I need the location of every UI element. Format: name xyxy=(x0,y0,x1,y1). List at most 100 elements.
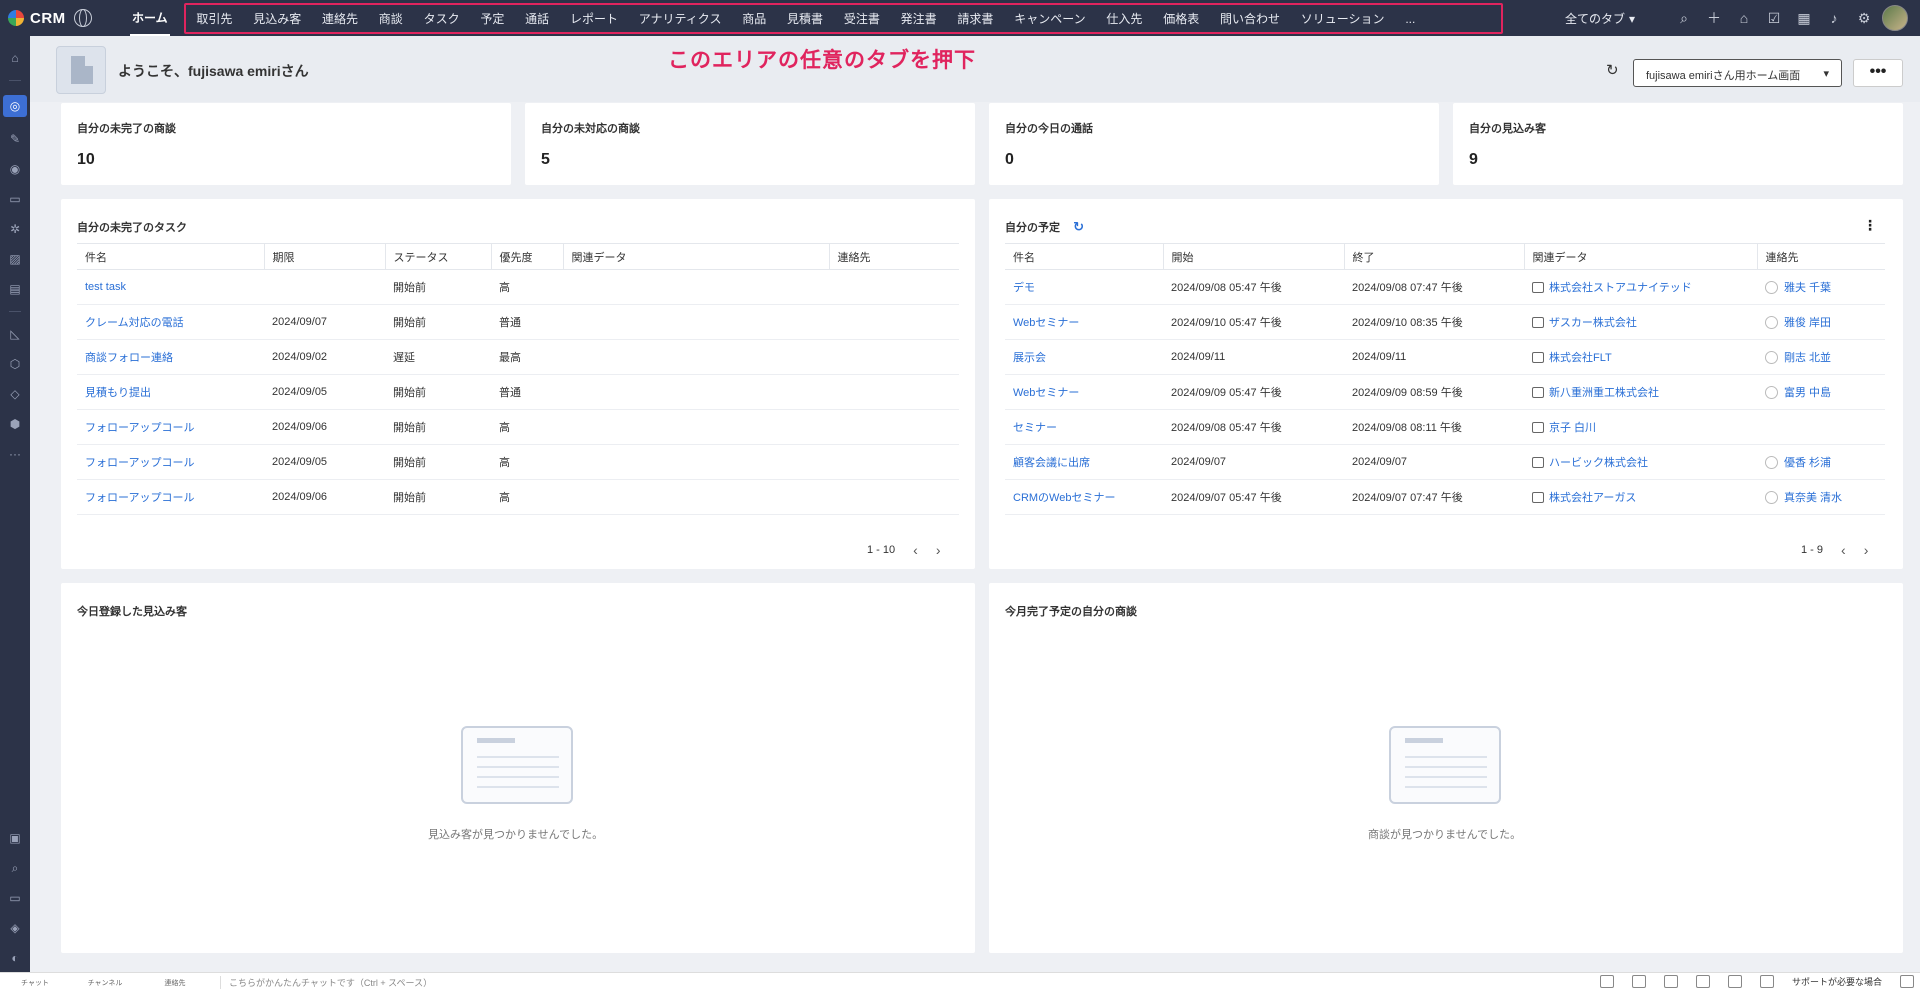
contact-link[interactable]: 真奈美 清水 xyxy=(1784,492,1842,504)
tab-4[interactable]: タスク xyxy=(413,10,470,27)
tab-7[interactable]: レポート xyxy=(560,10,629,27)
tab-12[interactable]: 発注書 xyxy=(890,10,947,27)
tab-16[interactable]: 価格表 xyxy=(1153,10,1210,27)
task-subject-link[interactable]: フォローアップコール xyxy=(77,409,264,445)
column-header[interactable]: 連絡先 xyxy=(1756,243,1885,270)
column-header[interactable]: 件名 xyxy=(1005,243,1163,270)
column-header[interactable]: 連絡先 xyxy=(828,243,959,270)
crm-logo[interactable]: CRM xyxy=(0,9,120,27)
plus-icon[interactable]: ＋ xyxy=(1706,10,1722,26)
tab-home[interactable]: ホーム xyxy=(130,0,170,36)
related-record-link[interactable]: ザスカー株式会社 xyxy=(1549,317,1637,329)
refresh-icon[interactable]: ↻ xyxy=(1606,63,1622,79)
task-subject-link[interactable]: クレーム対応の電話 xyxy=(77,304,264,340)
related-record-link[interactable]: ハービック株式会社 xyxy=(1549,457,1648,469)
event-subject-link[interactable]: 顧客会議に出席 xyxy=(1005,444,1163,480)
contact-link[interactable]: 優香 杉浦 xyxy=(1784,457,1831,469)
globe-icon[interactable] xyxy=(73,9,92,27)
tab-11[interactable]: 受注書 xyxy=(833,10,890,27)
more-icon[interactable]: ··· xyxy=(7,446,23,462)
document-icon[interactable]: ▤ xyxy=(7,281,23,297)
table-row[interactable]: 見積もり提出 2024/09/05 開始前 普通 xyxy=(77,374,959,410)
tab-more[interactable]: ... xyxy=(1395,12,1426,26)
column-header[interactable]: 関連データ xyxy=(562,243,829,270)
column-header[interactable]: 件名 xyxy=(77,243,264,270)
table-row[interactable]: デモ 2024/09/08 05:47 午後 2024/09/08 07:47 午後… xyxy=(1005,269,1885,305)
tab-1[interactable]: 見込み客 xyxy=(243,10,312,27)
bottom-contacts-button[interactable]: 連絡先 xyxy=(140,978,210,988)
column-header[interactable]: 関連データ xyxy=(1523,243,1757,270)
tab-8[interactable]: アナリティクス xyxy=(628,10,731,27)
copy-icon[interactable] xyxy=(1663,975,1678,988)
search-records-icon[interactable]: ◉ xyxy=(7,161,23,177)
table-row[interactable]: test task 開始前高 xyxy=(77,269,959,305)
feedback-icon[interactable] xyxy=(1631,975,1646,988)
window-icon[interactable]: ▭ xyxy=(7,890,23,906)
chat-icon[interactable]: ▭ xyxy=(7,191,23,207)
tag-icon[interactable]: ◇ xyxy=(7,386,23,402)
more-options-button[interactable]: ••• xyxy=(1853,59,1903,87)
search-icon[interactable]: ⌕ xyxy=(1676,10,1692,26)
table-row[interactable]: CRMのWebセミナー 2024/09/07 05:47 午後 2024/09/07… xyxy=(1005,479,1885,515)
coupon-icon[interactable]: ◈ xyxy=(7,920,23,936)
related-record-link[interactable]: 京子 白川 xyxy=(1549,422,1596,434)
calendar-icon[interactable]: ▦ xyxy=(1796,10,1812,26)
kpi-card-unattended-deals[interactable]: 自分の未対応の商談 5 xyxy=(525,103,975,185)
table-row[interactable]: 展示会 2024/09/11 2024/09/11 株式会社FLT 剛志 北並 xyxy=(1005,339,1885,375)
contact-link[interactable]: 剛志 北並 xyxy=(1784,352,1831,364)
table-row[interactable]: セミナー 2024/09/08 05:47 午後 2024/09/08 08:11 … xyxy=(1005,409,1885,445)
find-icon[interactable]: ⌕ xyxy=(7,860,23,876)
notes-icon[interactable] xyxy=(1599,975,1614,988)
settings-cog-icon[interactable]: ✲ xyxy=(7,221,23,237)
package-icon[interactable]: ⬢ xyxy=(7,416,23,432)
user-avatar[interactable] xyxy=(1882,5,1908,31)
tab-15[interactable]: 仕入先 xyxy=(1096,10,1153,27)
related-record-link[interactable]: 株式会社FLT xyxy=(1549,352,1612,364)
column-header[interactable]: 開始 xyxy=(1162,243,1344,270)
table-row[interactable]: フォローアップコール 2024/09/05 開始前高 xyxy=(77,444,959,480)
table-row[interactable]: Webセミナー 2024/09/09 05:47 午後 2024/09/09 08:… xyxy=(1005,374,1885,410)
event-subject-link[interactable]: Webセミナー xyxy=(1005,374,1163,410)
all-tabs-dropdown[interactable]: 全てのタブ ▾ xyxy=(1565,10,1635,27)
settings-icon[interactable] xyxy=(1900,975,1914,988)
analytics-icon[interactable]: ◺ xyxy=(7,326,23,342)
event-subject-link[interactable]: Webセミナー xyxy=(1005,304,1163,340)
refresh-icon[interactable]: ↻ xyxy=(1073,219,1084,234)
edit-icon[interactable]: ✎ xyxy=(7,131,23,147)
column-header[interactable]: 期限 xyxy=(263,243,385,270)
chevron-left-icon[interactable]: ‹ xyxy=(913,542,918,558)
kpi-card-open-deals[interactable]: 自分の未完了の商談 10 xyxy=(61,103,511,185)
tab-10[interactable]: 見積書 xyxy=(777,10,834,27)
tab-13[interactable]: 請求書 xyxy=(947,10,1004,27)
event-subject-link[interactable]: セミナー xyxy=(1005,409,1163,445)
bell-icon[interactable]: ♪ xyxy=(1826,10,1842,26)
table-row[interactable]: フォローアップコール 2024/09/06 開始前高 xyxy=(77,479,959,515)
event-subject-link[interactable]: CRMのWebセミナー xyxy=(1005,479,1163,515)
chat-input[interactable]: こちらがかんたんチャットです（Ctrl + スペース） xyxy=(220,976,432,989)
contact-link[interactable]: 雅俊 岸田 xyxy=(1784,317,1831,329)
related-record-link[interactable]: 株式会社ストアユナイテッド xyxy=(1549,282,1692,294)
tab-0[interactable]: 取引先 xyxy=(186,10,243,27)
contact-link[interactable]: 雅夫 千葉 xyxy=(1784,282,1831,294)
tab-14[interactable]: キャンペーン xyxy=(1004,10,1096,27)
table-row[interactable]: 商談フォロー連絡 2024/09/02 遅延 最高 xyxy=(77,339,959,375)
image-icon[interactable]: ▨ xyxy=(7,251,23,267)
chevron-right-icon[interactable]: › xyxy=(1864,542,1869,558)
table-row[interactable]: クレーム対応の電話 2024/09/07 開始前 普通 xyxy=(77,304,959,340)
notes-icon[interactable]: ▣ xyxy=(7,830,23,846)
tab-3[interactable]: 商談 xyxy=(368,10,413,27)
cube-icon[interactable]: ⬡ xyxy=(7,356,23,372)
crm-module-icon[interactable]: ◎ xyxy=(3,95,27,117)
task-subject-link[interactable]: フォローアップコール xyxy=(77,444,264,480)
task-subject-link[interactable]: test task xyxy=(77,269,264,305)
event-subject-link[interactable]: 展示会 xyxy=(1005,339,1163,375)
task-subject-link[interactable]: フォローアップコール xyxy=(77,479,264,515)
history-icon[interactable] xyxy=(1695,975,1710,988)
column-header[interactable]: ステータス xyxy=(384,243,491,270)
gear-icon[interactable]: ⚙ xyxy=(1856,10,1872,26)
kebab-menu-icon[interactable]: ⋮ xyxy=(1863,217,1877,234)
column-header[interactable]: 優先度 xyxy=(490,243,563,270)
tab-9[interactable]: 商品 xyxy=(732,10,777,27)
bottom-channel-button[interactable]: チャンネル xyxy=(70,978,140,988)
contact-link[interactable]: 富男 中島 xyxy=(1784,387,1831,399)
